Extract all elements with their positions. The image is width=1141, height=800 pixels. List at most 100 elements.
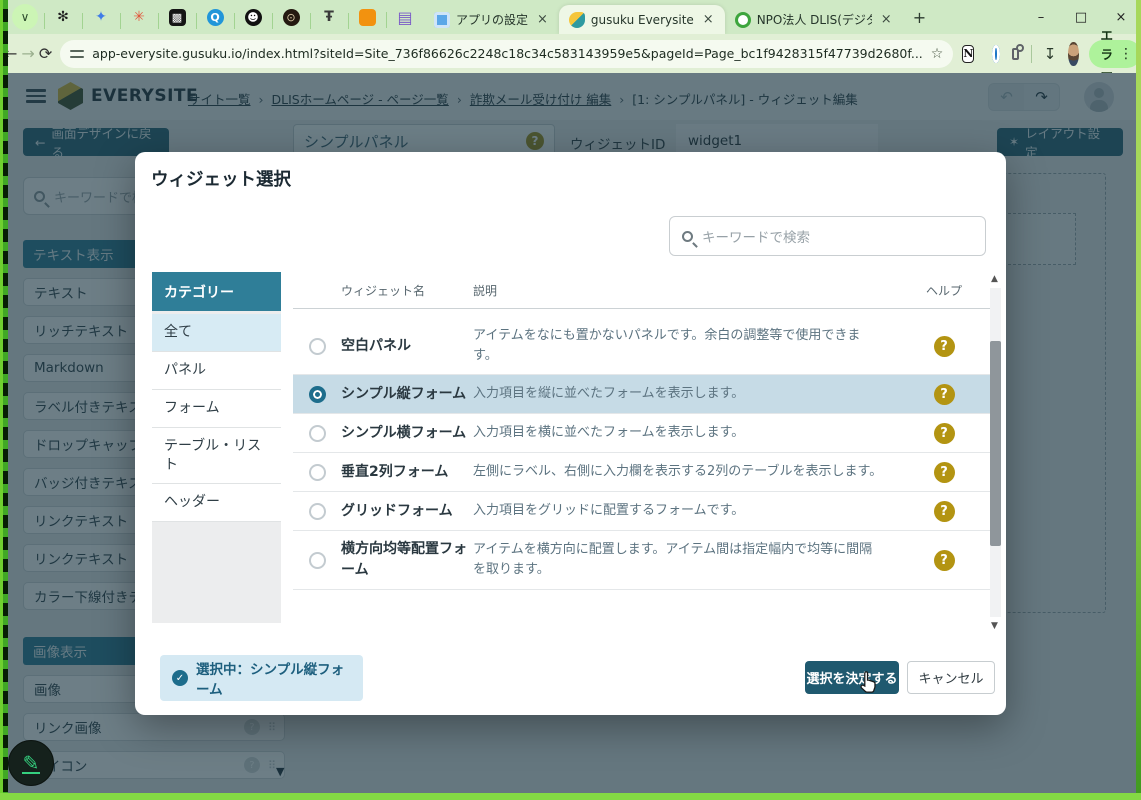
- pinned-tab-icon: ▩: [169, 9, 186, 26]
- url-text[interactable]: app-everysite.gusuku.io/index.html?siteI…: [92, 46, 923, 61]
- help-icon[interactable]: ?: [934, 384, 955, 405]
- widget-description: 左側にラベル、右側に入力欄を表示する2列のテーブルを表示します。: [473, 462, 912, 482]
- downloads-icon[interactable]: ↧: [1044, 45, 1057, 63]
- pinned-tab[interactable]: Q: [196, 9, 234, 26]
- widget-row[interactable]: グリッドフォーム 入力項目をグリッドに配置するフォームです。 ?: [293, 492, 990, 531]
- close-tab-icon[interactable]: ×: [534, 12, 551, 27]
- bookmark-star-icon[interactable]: ☆: [931, 46, 944, 62]
- radio-button[interactable]: [309, 552, 326, 569]
- radio-button[interactable]: [309, 386, 326, 403]
- browser-profile-avatar[interactable]: [1068, 42, 1078, 66]
- everysite-page: EVERYSITE サイト一覧DLISホームページ - ページ一覧詐欺メール受け…: [0, 73, 1141, 800]
- menu-dots-icon[interactable]: ⋮: [1119, 46, 1133, 62]
- selection-status-text: 選択中：シンプル縦フォーム: [196, 658, 351, 698]
- help-icon[interactable]: ?: [934, 550, 955, 571]
- widget-row[interactable]: 空白パネル アイテムをなにも置かないパネルです。余白の調整等で使用できます。 ?: [293, 318, 990, 375]
- pinned-tab-icon: ▤: [397, 8, 412, 27]
- help-icon[interactable]: ?: [934, 462, 955, 483]
- radio-button[interactable]: [309, 425, 326, 442]
- pinned-tab[interactable]: ✻: [44, 9, 82, 25]
- widget-select-modal: ウィジェット選択 キーワードで検索 カテゴリー 全て パネル フォーム テーブル…: [135, 152, 1006, 715]
- profile-error-button[interactable]: エラー ⋮: [1089, 40, 1141, 68]
- widget-row[interactable]: シンプル縦フォーム 入力項目を縦に並べたフォームを表示します。 ?: [293, 375, 990, 414]
- scrollbar-thumb[interactable]: [990, 341, 1001, 546]
- minimize-button[interactable]: –: [1021, 3, 1061, 31]
- pinned-tabs: ✻ ✦ ✳ ▩ Q ☻ ⊙ Ŧ ▤: [44, 8, 424, 27]
- help-icon[interactable]: ?: [934, 501, 955, 522]
- pinned-tab[interactable]: ▤: [386, 8, 424, 27]
- widget-description: 入力項目をグリッドに配置するフォームです。: [473, 501, 912, 521]
- onepassword-extension-icon[interactable]: [992, 45, 1000, 63]
- pinned-tab-icon: Ŧ: [324, 9, 334, 25]
- pinned-tab-icon: ✳: [133, 9, 145, 25]
- widget-name: 横方向均等配置フォーム: [341, 539, 473, 581]
- close-tab-icon[interactable]: ×: [878, 12, 895, 27]
- notion-extension-icon[interactable]: N: [962, 45, 974, 63]
- pinned-tab[interactable]: ⊙: [272, 9, 310, 26]
- widget-description: アイテムをなにも置かないパネルです。余白の調整等で使用できます。: [473, 326, 912, 366]
- gusuku-tab-icon: [569, 12, 585, 28]
- category-item[interactable]: 全て: [152, 314, 281, 352]
- widget-name: 空白パネル: [341, 336, 473, 357]
- widget-name: シンプル縦フォーム: [341, 384, 473, 405]
- screenshare-frame-left: [0, 0, 8, 800]
- radio-button[interactable]: [309, 464, 326, 481]
- pinned-tab[interactable]: ✳: [120, 9, 158, 25]
- tab-npo-dlis[interactable]: NPO法人 DLIS(デジタルリ ×: [725, 5, 903, 34]
- category-item[interactable]: フォーム: [152, 390, 281, 428]
- extensions-puzzle-icon[interactable]: [1012, 48, 1019, 60]
- help-icon[interactable]: ?: [934, 336, 955, 357]
- tab-search-chevron-icon[interactable]: ∨: [12, 4, 38, 30]
- pinned-tab-icon: ✦: [95, 9, 107, 25]
- category-item[interactable]: ヘッダー: [152, 484, 281, 522]
- widget-name: 垂直2列フォーム: [341, 462, 473, 483]
- pinned-tab[interactable]: ✦: [82, 9, 120, 25]
- new-tab-button[interactable]: +: [913, 8, 926, 27]
- maximize-button[interactable]: □: [1061, 3, 1101, 31]
- pinned-tab-icon: [359, 9, 376, 26]
- widget-table: ウィジェット名 説明 ヘルプ 空白パネル アイテムをなにも置かないパネルです。余…: [293, 272, 990, 633]
- close-tab-icon[interactable]: ×: [700, 12, 717, 27]
- selection-status-badge: ✓ 選択中：シンプル縦フォーム: [160, 655, 363, 701]
- widget-description: 入力項目を横に並べたフォームを表示します。: [473, 423, 912, 443]
- widget-table-header: ウィジェット名 説明 ヘルプ: [293, 272, 990, 309]
- widget-row[interactable]: 横方向均等配置フォーム アイテムを横方向に配置します。アイテム間は指定幅内で均等…: [293, 531, 990, 590]
- pinned-tab[interactable]: ▩: [158, 9, 196, 26]
- widget-rows: 空白パネル アイテムをなにも置かないパネルです。余白の調整等で使用できます。 ?…: [293, 309, 990, 633]
- widget-row[interactable]: 垂直2列フォーム 左側にラベル、右側に入力欄を表示する2列のテーブルを表示します…: [293, 453, 990, 492]
- help-icon[interactable]: ?: [934, 423, 955, 444]
- pinned-tab[interactable]: Ŧ: [310, 9, 348, 25]
- modal-search-input[interactable]: キーワードで検索: [669, 216, 986, 256]
- confirm-selection-button[interactable]: 選択を決定する: [805, 661, 899, 694]
- forward-nav-icon[interactable]: →: [21, 40, 34, 68]
- category-list: 全て パネル フォーム テーブル・リスト ヘッダー: [152, 314, 281, 522]
- widget-name: グリッドフォーム: [341, 501, 473, 522]
- pinned-tab-icon: Q: [207, 9, 224, 26]
- tab-gusuku-everysite[interactable]: gusuku Everysite ×: [559, 5, 725, 34]
- screenshare-frame-bottom: [0, 793, 1141, 800]
- tab-label: アプリの設定: [456, 11, 528, 28]
- site-info-icon[interactable]: [70, 49, 84, 59]
- pinned-tab[interactable]: [348, 9, 386, 26]
- table-scrollbar[interactable]: ▲ ▼: [990, 274, 1001, 631]
- tab-label: NPO法人 DLIS(デジタルリ: [757, 11, 872, 28]
- tab-app-settings[interactable]: アプリの設定 ×: [424, 5, 559, 34]
- widget-description: アイテムを横方向に配置します。アイテム間は指定幅内で均等に間隔を取ります。: [473, 540, 912, 580]
- radio-button[interactable]: [309, 503, 326, 520]
- column-header-desc: 説明: [473, 282, 912, 299]
- scroll-up-icon[interactable]: ▲: [991, 274, 998, 284]
- reload-icon[interactable]: ⟳: [39, 40, 52, 68]
- scroll-down-icon[interactable]: ▼: [991, 621, 998, 631]
- pinned-tab-icon: ⊙: [283, 9, 300, 26]
- cancel-button[interactable]: キャンセル: [907, 661, 995, 694]
- npo-tab-icon: [735, 12, 751, 28]
- category-item[interactable]: パネル: [152, 352, 281, 390]
- category-item[interactable]: テーブル・リスト: [152, 428, 281, 485]
- pinned-tab[interactable]: ☻: [234, 9, 272, 26]
- widget-row[interactable]: シンプル横フォーム 入力項目を横に並べたフォームを表示します。 ?: [293, 414, 990, 453]
- tab-label: gusuku Everysite: [591, 13, 694, 27]
- edit-pencil-fab[interactable]: ✎: [8, 740, 54, 786]
- widget-name: シンプル横フォーム: [341, 423, 473, 444]
- radio-button[interactable]: [309, 338, 326, 355]
- address-bar[interactable]: app-everysite.gusuku.io/index.html?siteI…: [60, 40, 953, 68]
